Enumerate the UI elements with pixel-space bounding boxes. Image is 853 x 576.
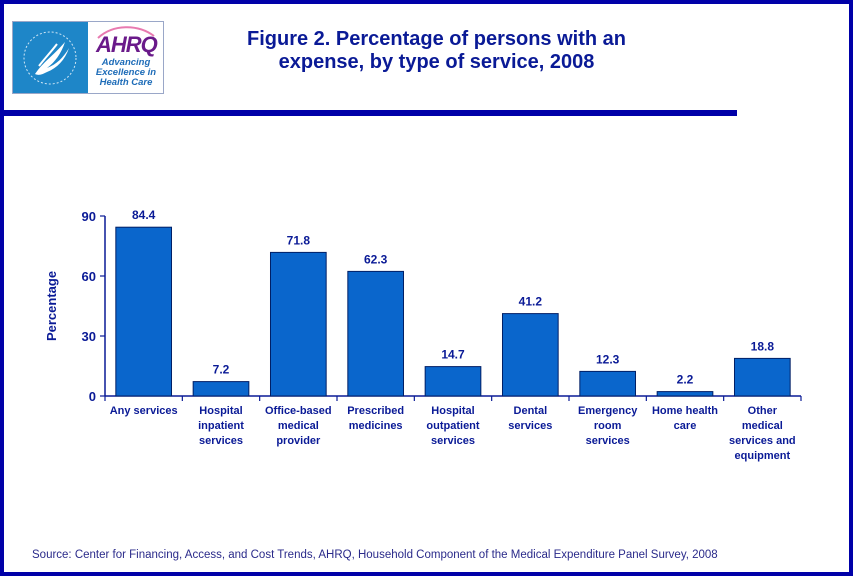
data-label: 12.3 <box>596 352 620 366</box>
x-tick-label-line: Hospital <box>199 405 242 417</box>
x-tick-label-line: provider <box>276 435 321 447</box>
bar-chart: 0 30 60 90 Percentage 84.4 Any services 7.2 Hosp… <box>44 208 802 462</box>
x-tick-label-line: Emergency <box>578 405 638 417</box>
data-label: 2.2 <box>677 373 694 387</box>
y-tick-label: 90 <box>82 209 96 224</box>
x-tick-label: Any services <box>110 405 178 417</box>
x-tick-label: Hospital outpatient services <box>426 405 479 447</box>
bar <box>347 270 405 397</box>
x-tick-label-line: services <box>199 435 243 447</box>
x-tick-label: Dental services <box>508 405 552 432</box>
bar <box>269 251 327 397</box>
x-tick-label-line: medicines <box>349 420 403 432</box>
x-tick-label-line: services and <box>729 435 796 447</box>
x-tick-label: Prescribed medicines <box>347 405 404 432</box>
x-tick-label: Other medical services and equipment <box>729 405 796 462</box>
x-tick-label-line: Any services <box>110 405 178 417</box>
x-tick-label-line: outpatient <box>426 420 479 432</box>
x-tick-label-line: equipment <box>735 450 791 462</box>
bar <box>733 357 791 397</box>
x-tick-label-line: services <box>431 435 475 447</box>
x-tick-label-line: Home health <box>652 405 718 417</box>
x-tick-label: Office-based medical provider <box>265 405 332 447</box>
x-tick-label-line: Other <box>748 405 778 417</box>
bar <box>424 366 482 397</box>
x-tick-label-line: Office-based <box>265 405 332 417</box>
data-label: 41.2 <box>519 295 543 309</box>
figure-frame: AHRQ Advancing Excellence in Health Care… <box>4 4 849 572</box>
data-label: 62.3 <box>364 252 388 266</box>
data-label: 71.8 <box>287 233 311 247</box>
x-tick-label-line: Dental <box>514 405 548 417</box>
x-tick-label-line: Prescribed <box>347 405 404 417</box>
x-tick-label: Emergency room services <box>578 405 638 447</box>
bar <box>192 381 250 397</box>
bar <box>579 370 637 397</box>
bar <box>115 226 173 397</box>
bar <box>656 391 714 397</box>
x-tick-label-line: inpatient <box>198 420 244 432</box>
x-tick-label-line: services <box>586 435 630 447</box>
x-tick-label-line: care <box>674 420 697 432</box>
x-tick-label-line: medical <box>278 420 319 432</box>
data-label: 84.4 <box>132 208 156 222</box>
bar <box>501 313 559 397</box>
x-tick-label-line: medical <box>742 420 783 432</box>
source-note: Source: Center for Financing, Access, an… <box>32 549 718 561</box>
x-tick-label: Hospital inpatient services <box>198 405 244 447</box>
y-tick-label: 30 <box>82 329 96 344</box>
x-tick-label: Home health care <box>652 405 718 432</box>
x-tick-label-line: services <box>508 420 552 432</box>
data-label: 14.7 <box>441 348 465 362</box>
data-label: 18.8 <box>751 339 775 353</box>
x-tick-label-line: room <box>594 420 622 432</box>
y-tick-label: 0 <box>89 389 96 404</box>
data-label: 7.2 <box>213 363 230 377</box>
x-tick-label-line: Hospital <box>431 405 474 417</box>
y-axis-label: Percentage <box>44 271 59 341</box>
y-tick-label: 60 <box>82 269 96 284</box>
